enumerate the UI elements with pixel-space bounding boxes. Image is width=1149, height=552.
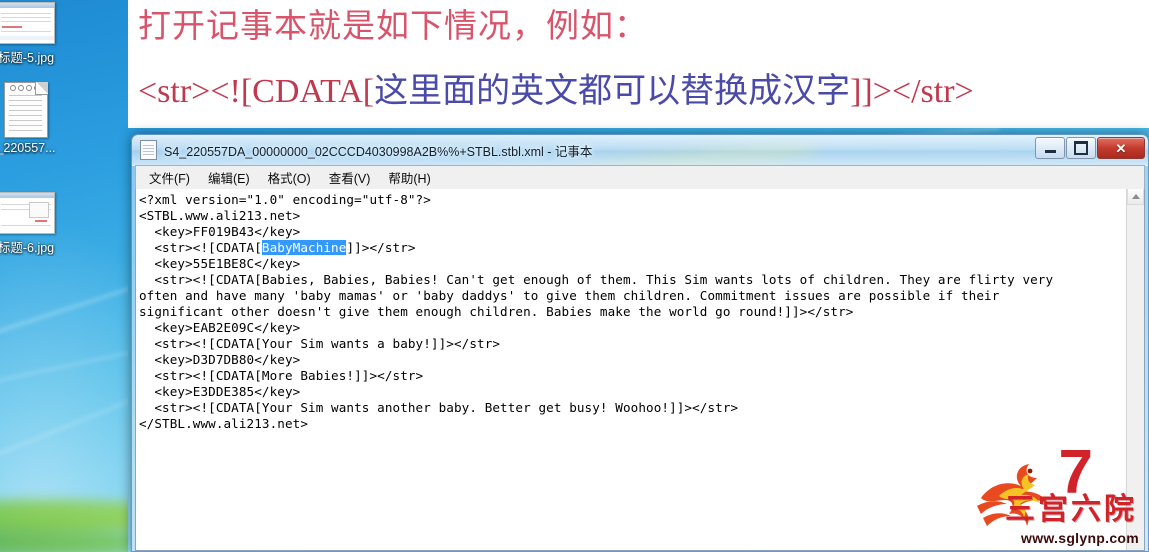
xml-line-13: <key>E3DDE385</key>	[139, 384, 301, 399]
menu-item-edit[interactable]: 编辑(E)	[199, 166, 259, 189]
notepad-icon	[140, 140, 157, 160]
menu-item-file[interactable]: 文件(F)	[140, 166, 199, 189]
xml-line-4-after: ]]></str>	[346, 240, 416, 255]
text-client-area: <?xml version="1.0" encoding="utf-8"?> <…	[135, 187, 1145, 551]
desktop-icon-220557[interactable]: _220557...	[0, 82, 74, 155]
desktop-icon-label: _220557...	[0, 141, 56, 155]
desktop-background-left: 标题-5.jpg _220557... 标题-6.jpg	[0, 0, 128, 552]
title-bar[interactable]: S4_220557DA_00000000_02CCCD4030998A2B%%+…	[132, 135, 1148, 165]
notepad-text-area[interactable]: <?xml version="1.0" encoding="utf-8"?> <…	[136, 188, 1126, 550]
xml-line-6: <str><![CDATA[Babies, Babies, Babies! Ca…	[139, 272, 1054, 287]
wallpaper-green-band	[0, 528, 128, 552]
scroll-up-button[interactable]	[1127, 188, 1144, 205]
xml-line-3: <key>FF019B43</key>	[139, 224, 301, 239]
heading2-cjk: 这里面的英文都可以替换成汉字	[374, 73, 851, 110]
xml-line-9: <key>EAB2E09C</key>	[139, 320, 301, 335]
desktop-icon-label: 标题-5.jpg	[0, 51, 55, 65]
heading-line-1: 打开记事本就是如下情况，例如：	[138, 9, 648, 45]
close-button[interactable]: ✕	[1097, 137, 1145, 159]
wallpaper-ray	[0, 378, 128, 464]
xml-line-10: <str><![CDATA[Your Sim wants a baby!]]><…	[139, 336, 501, 351]
xml-line-12: <str><![CDATA[More Babies!]]></str>	[139, 368, 424, 383]
image-file-icon	[0, 2, 55, 44]
minimize-button[interactable]	[1035, 137, 1065, 159]
xml-line-11: <key>D3D7DB80</key>	[139, 352, 301, 367]
maximize-icon	[1074, 141, 1088, 155]
heading-line-2: <str><![CDATA[这里面的英文都可以替换成汉字]]></str>	[138, 70, 974, 114]
xml-line-7: often and have many 'baby mamas' or 'bab…	[139, 288, 1000, 303]
xml-line-1: <?xml version="1.0" encoding="utf-8"?>	[139, 192, 431, 207]
xml-line-8: significant other doesn't give them enou…	[139, 304, 854, 319]
chevron-up-icon	[1131, 194, 1140, 199]
notepad-window[interactable]: S4_220557DA_00000000_02CCCD4030998A2B%%+…	[131, 134, 1149, 552]
xml-line-5: <key>55E1BE8C</key>	[139, 256, 301, 271]
maximize-button[interactable]	[1066, 137, 1096, 159]
wallpaper-ray	[0, 328, 128, 394]
xml-line-15: </STBL.www.ali213.net>	[139, 416, 309, 431]
minimize-icon	[1044, 150, 1056, 153]
selected-text[interactable]: BabyMachine	[261, 240, 347, 255]
desktop-icon-title5[interactable]: 标题-5.jpg	[0, 2, 74, 66]
menu-bar: 文件(F) 编辑(E) 格式(O) 查看(V) 帮助(H)	[135, 165, 1145, 189]
window-frame: S4_220557DA_00000000_02CCCD4030998A2B%%+…	[131, 134, 1149, 552]
menu-item-help[interactable]: 帮助(H)	[379, 166, 439, 189]
heading2-suffix: ]]></str>	[850, 73, 974, 110]
window-controls: ✕	[1034, 137, 1145, 159]
desktop-icon-label: 标题-6.jpg	[0, 241, 55, 255]
window-title: S4_220557DA_00000000_02CCCD4030998A2B%%+…	[164, 144, 593, 159]
menu-item-view[interactable]: 查看(V)	[320, 166, 380, 189]
text-file-icon	[4, 82, 48, 138]
close-icon: ✕	[1115, 140, 1127, 156]
xml-line-4-before: <str><![CDATA[	[139, 240, 262, 255]
xml-line-2: <STBL.www.ali213.net>	[139, 208, 301, 223]
image-file-icon	[0, 192, 55, 234]
screenshot-root: 标题-5.jpg _220557... 标题-6.jpg 打开记事本就是如下情况…	[0, 0, 1149, 552]
vertical-scrollbar[interactable]	[1126, 188, 1144, 550]
heading2-prefix: <str><![CDATA[	[138, 73, 375, 110]
menu-item-format[interactable]: 格式(O)	[259, 166, 320, 189]
xml-line-14: <str><![CDATA[Your Sim wants another bab…	[139, 400, 739, 415]
desktop-icon-title6[interactable]: 标题-6.jpg	[0, 192, 74, 256]
wallpaper-ray	[0, 259, 128, 344]
